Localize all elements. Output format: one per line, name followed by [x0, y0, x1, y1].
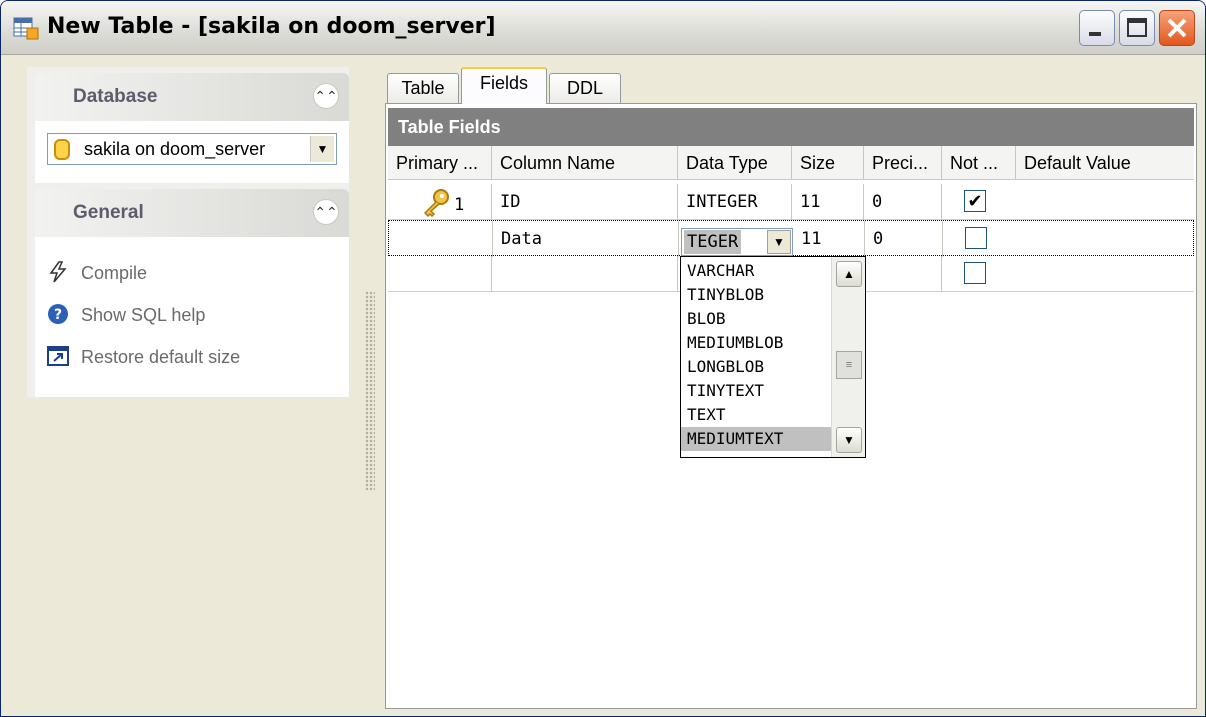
- size-cell[interactable]: 11: [792, 184, 864, 220]
- app-window: New Table - [sakila on doom_server] Data…: [0, 0, 1206, 717]
- data-type-option[interactable]: BLOB: [681, 307, 831, 331]
- data-type-option[interactable]: TINYTEXT: [681, 379, 831, 403]
- default-value-cell[interactable]: [1016, 256, 1194, 292]
- chevron-down-icon[interactable]: ▼: [310, 136, 334, 162]
- primary-key-order: 1: [454, 195, 465, 215]
- new-table-icon: [13, 17, 39, 40]
- selected-database: sakila on doom_server: [84, 139, 266, 159]
- primary-key-cell[interactable]: 1: [388, 184, 492, 220]
- tab-ddl[interactable]: DDL: [549, 73, 621, 103]
- table-row[interactable]: 1 ID INTEGER 11 0 ✔: [388, 184, 1194, 220]
- title-bar[interactable]: New Table - [sakila on doom_server]: [1, 1, 1205, 55]
- tab-fields[interactable]: Fields: [461, 67, 547, 104]
- grid-title: Table Fields: [388, 108, 1194, 146]
- data-type-cell[interactable]: INTEGER: [678, 184, 792, 220]
- restore-default-size-label: Restore default size: [81, 347, 241, 367]
- dropdown-scrollbar[interactable]: ▲ ≡ ▼: [831, 257, 865, 457]
- column-header-not-null[interactable]: Not ...: [942, 146, 1016, 180]
- data-type-option[interactable]: TEXT: [681, 403, 831, 427]
- not-null-checkbox[interactable]: ✔: [964, 190, 986, 212]
- minimize-icon: [1089, 32, 1101, 36]
- maximize-icon: [1127, 18, 1147, 37]
- size-cell[interactable]: 11: [793, 221, 865, 257]
- general-pane-header[interactable]: General ⌃⌃: [35, 189, 349, 237]
- data-type-option[interactable]: VARCHAR: [681, 259, 831, 283]
- fields-panel: Table Fields Primary ... Column Name Dat…: [385, 103, 1197, 709]
- database-icon: [54, 139, 70, 160]
- minimize-button[interactable]: [1079, 10, 1115, 46]
- column-header-type[interactable]: Data Type: [678, 146, 792, 180]
- panel-splitter[interactable]: [365, 291, 375, 491]
- close-icon: [1167, 18, 1187, 38]
- column-header-primary[interactable]: Primary ...: [388, 146, 492, 180]
- svg-text:?: ?: [54, 307, 62, 323]
- column-header-precision[interactable]: Preci...: [864, 146, 942, 180]
- database-select[interactable]: sakila on doom_server ▼: [47, 133, 337, 165]
- precision-cell[interactable]: 0: [864, 184, 942, 220]
- column-name-cell[interactable]: ID: [492, 184, 678, 220]
- column-name-cell[interactable]: [492, 256, 678, 292]
- precision-cell[interactable]: 0: [865, 221, 943, 257]
- scroll-up-icon[interactable]: ▲: [836, 261, 862, 287]
- data-type-edit-value[interactable]: TEGER: [684, 230, 742, 254]
- maximize-button[interactable]: [1119, 10, 1155, 46]
- data-type-option[interactable]: MEDIUMBLOB: [681, 331, 831, 355]
- data-type-option-selected[interactable]: MEDIUMTEXT: [681, 427, 831, 451]
- tab-table[interactable]: Table: [387, 73, 459, 103]
- column-name-cell[interactable]: Data: [493, 221, 679, 257]
- grid-header: Primary ... Column Name Data Type Size P…: [388, 146, 1194, 180]
- not-null-checkbox[interactable]: [964, 262, 986, 284]
- general-pane-title: General: [73, 202, 144, 223]
- column-header-size[interactable]: Size: [792, 146, 864, 180]
- scroll-thumb[interactable]: ≡: [836, 351, 862, 379]
- table-row-current[interactable]: Data TEGER ▼ 11 0: [388, 220, 1195, 257]
- window-title: New Table - [sakila on doom_server]: [47, 14, 496, 39]
- show-sql-help-label: Show SQL help: [81, 305, 206, 325]
- help-icon: ?: [48, 304, 68, 324]
- collapse-general-icon[interactable]: ⌃⌃: [313, 199, 339, 225]
- primary-key-cell[interactable]: [388, 256, 492, 292]
- column-header-default[interactable]: Default Value: [1016, 146, 1194, 180]
- primary-key-cell[interactable]: [389, 221, 493, 257]
- chevron-down-icon[interactable]: ▼: [767, 230, 791, 254]
- database-pane-title: Database: [73, 86, 158, 107]
- column-header-name[interactable]: Column Name: [492, 146, 678, 180]
- data-type-option[interactable]: TINYBLOB: [681, 283, 831, 307]
- database-pane-header[interactable]: Database ⌃⌃: [35, 73, 349, 121]
- data-type-dropdown-list[interactable]: VARCHAR TINYBLOB BLOB MEDIUMBLOB LONGBLO…: [680, 256, 866, 458]
- data-type-combobox[interactable]: TEGER ▼: [681, 228, 793, 256]
- close-button[interactable]: [1159, 10, 1195, 46]
- lightning-icon: [49, 261, 67, 283]
- data-type-option[interactable]: LONGBLOB: [681, 355, 831, 379]
- precision-cell[interactable]: [864, 256, 942, 292]
- key-icon: [423, 189, 449, 217]
- general-pane-body: Compile ? Show SQL help Restore default …: [35, 237, 349, 397]
- not-null-checkbox[interactable]: [965, 227, 987, 249]
- compile-label: Compile: [81, 263, 148, 283]
- default-value-cell[interactable]: [1016, 184, 1194, 220]
- restore-window-icon: [47, 346, 69, 366]
- collapse-database-icon[interactable]: ⌃⌃: [313, 83, 339, 109]
- default-value-cell[interactable]: [1017, 221, 1195, 257]
- scroll-down-icon[interactable]: ▼: [836, 427, 862, 453]
